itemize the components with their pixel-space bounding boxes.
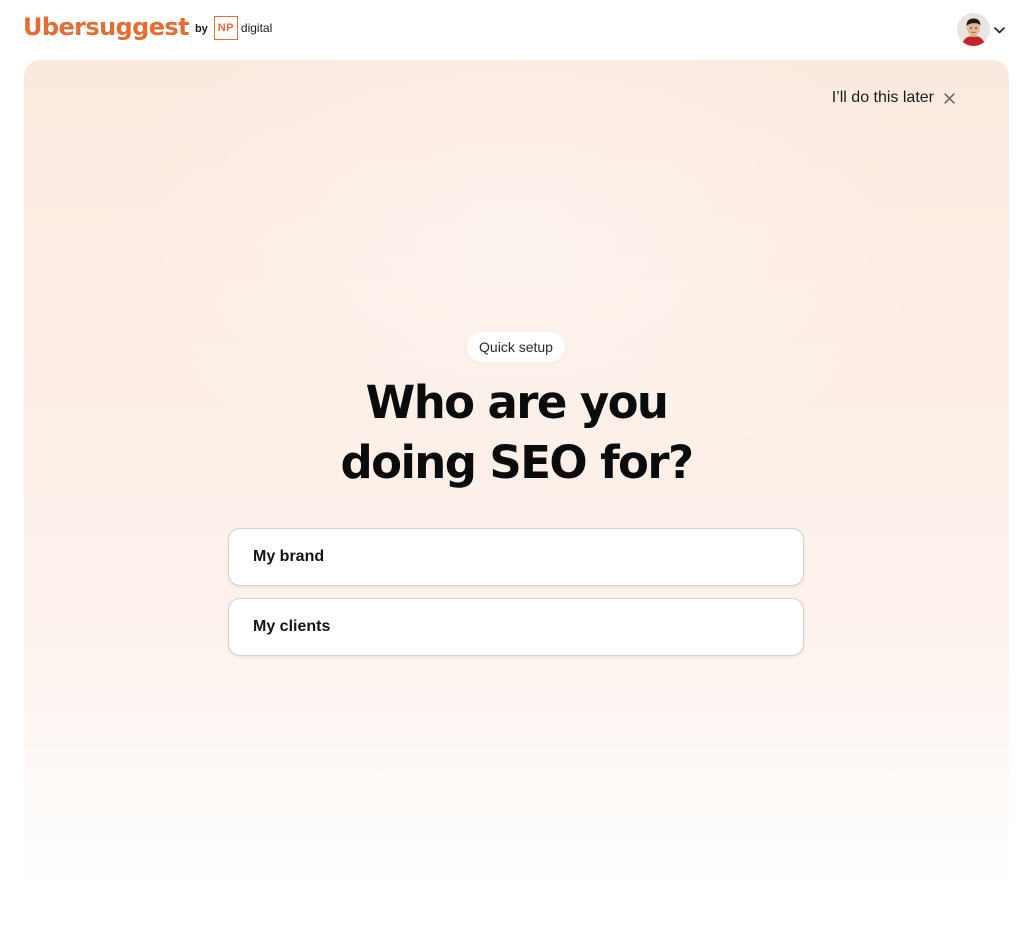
skip-setup-link[interactable]: I’ll do this later [832,89,955,107]
option-my-brand[interactable]: My brand [228,528,804,586]
close-icon[interactable] [944,92,955,104]
title-line-1: Who are you [365,376,669,429]
ubersuggest-logo[interactable]: Ubersuggest by NP digital [23,13,272,41]
logo-digital-text: digital [240,21,273,35]
skip-setup-label: I’ll do this later [831,89,934,106]
title-line-2: doing SEO for? [340,436,695,489]
logo-wordmark: Ubersuggest [23,13,190,41]
chevron-down-icon[interactable] [994,21,1005,39]
top-bar: Ubersuggest by NP digital [0,0,1032,60]
avatar[interactable] [957,13,990,46]
option-label: My brand [253,548,325,565]
onboarding-panel: I’ll do this later Quick setup Who are y… [24,60,1009,890]
logo-by-text: by [194,23,208,35]
quick-setup-badge: Quick setup [467,332,565,362]
user-menu[interactable] [957,13,1005,46]
page-title: Who are you doing SEO for? [24,373,1009,493]
option-my-clients[interactable]: My clients [228,598,804,656]
option-label: My clients [253,618,331,635]
np-logo-box: NP [213,16,238,40]
